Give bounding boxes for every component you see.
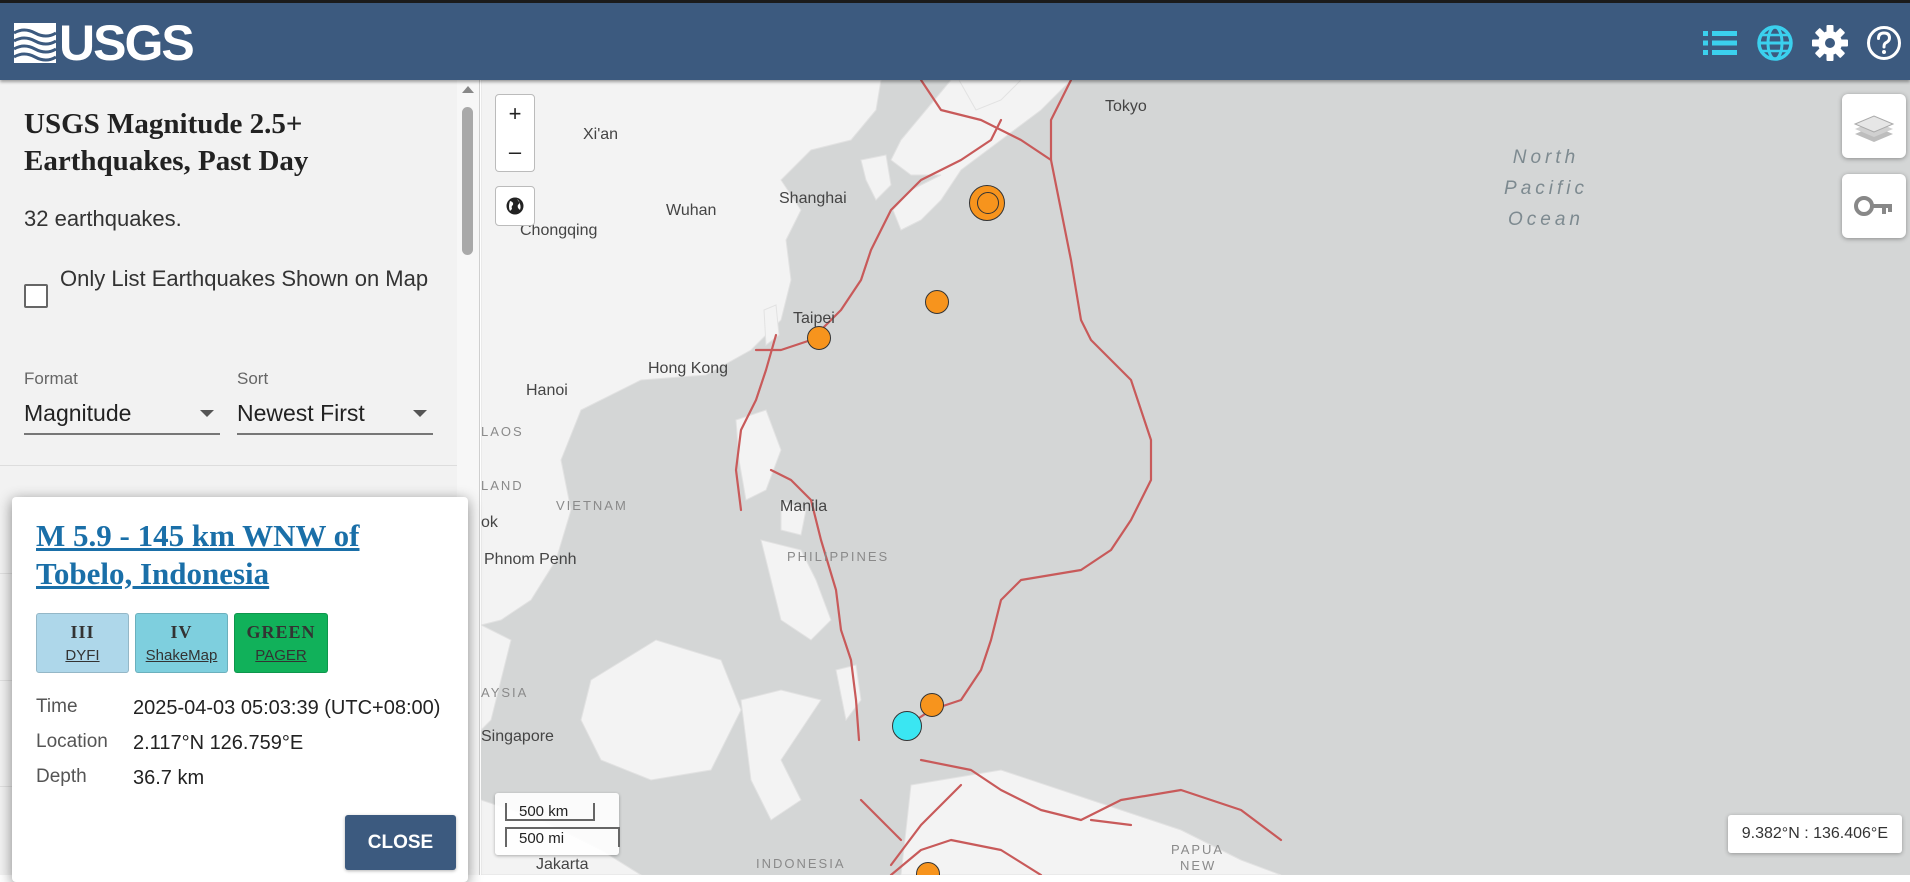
divider <box>0 465 457 466</box>
dyfi-value: III <box>70 622 95 642</box>
format-label: Format <box>24 369 78 388</box>
place-label-shanghai: Shanghai <box>779 190 847 207</box>
legend-button[interactable] <box>1842 174 1906 238</box>
country-label-vietnam: VIETNAM <box>556 498 628 513</box>
scale-mi: 500 mi <box>505 827 620 847</box>
country-label-laos: LAOS <box>481 424 524 439</box>
format-value: Magnitude <box>24 400 132 426</box>
time-value: 2025-04-03 05:03:39 (UTC+08:00) <box>133 697 441 719</box>
sort-value: Newest First <box>237 400 365 426</box>
pager-link[interactable]: PAGER <box>235 647 327 664</box>
place-label-hongkong: Hong Kong <box>648 360 729 377</box>
sort-label: Sort <box>237 369 269 388</box>
earthquake-marker[interactable] <box>977 192 999 214</box>
gear-icon[interactable] <box>1810 23 1850 63</box>
earthquake-marker[interactable] <box>807 326 831 350</box>
scale-km: 500 km <box>505 803 595 821</box>
selected-earthquake-marker[interactable] <box>892 711 922 741</box>
country-label-new-guinea: NEW <box>1180 858 1217 873</box>
dyfi-badge[interactable]: III DYFI <box>36 613 129 673</box>
ocean-label-pacific: North Pacific Ocean <box>1481 142 1611 235</box>
layers-icon <box>1853 115 1895 142</box>
ocean-label-line: North <box>1512 147 1580 168</box>
app-header: USGS <box>0 0 1910 80</box>
shakemap-value: IV <box>170 622 193 642</box>
earthquake-count: 32 earthquakes. <box>24 206 182 231</box>
place-label-bangkok: ok <box>481 514 498 531</box>
list-title: USGS Magnitude 2.5+ Earthquakes, Past Da… <box>24 108 309 177</box>
ocean-label-line: Ocean <box>1508 209 1584 230</box>
list-settings: USGS Magnitude 2.5+ Earthquakes, Past Da… <box>0 80 457 465</box>
depth-value: 36.7 km <box>133 767 205 789</box>
country-label-philippines: PHILIPPINES <box>787 549 890 564</box>
help-icon[interactable] <box>1864 23 1904 63</box>
chevron-down-icon <box>413 410 427 417</box>
shakemap-link[interactable]: ShakeMap <box>136 647 227 664</box>
globe-view-button[interactable] <box>495 186 535 226</box>
ocean-label-line: Pacific <box>1504 178 1588 199</box>
place-label-taipei: Taipei <box>793 310 835 327</box>
only-list-shown-label[interactable]: Only List Earthquakes Shown on Map <box>60 261 430 297</box>
earthquake-marker[interactable] <box>920 693 944 717</box>
scroll-up-icon[interactable] <box>462 86 474 93</box>
depth-label: Depth <box>36 766 87 787</box>
zoom-in-button[interactable]: + <box>495 94 535 134</box>
earthquake-popup: M 5.9 - 145 km WNW of Tobelo, Indonesia … <box>12 497 468 882</box>
location-value: 2.117°N 126.759°E <box>133 732 304 754</box>
place-label-wuhan: Wuhan <box>666 202 717 219</box>
place-label-tokyo: Tokyo <box>1105 98 1147 115</box>
earthquake-marker[interactable] <box>925 290 949 314</box>
time-label: Time <box>36 696 78 717</box>
country-label-papua: PAPUA <box>1171 842 1225 857</box>
close-button[interactable]: CLOSE <box>345 815 456 870</box>
format-select[interactable]: Magnitude <box>24 393 220 435</box>
shakemap-badge[interactable]: IV ShakeMap <box>135 613 228 673</box>
scroll-thumb[interactable] <box>462 107 473 255</box>
zoom-out-button[interactable]: – <box>495 133 535 172</box>
event-title-link[interactable]: M 5.9 - 145 km WNW of Tobelo, Indonesia <box>36 517 456 593</box>
pager-value: GREEN <box>246 622 316 642</box>
dyfi-link[interactable]: DYFI <box>37 647 128 664</box>
place-label-hanoi: Hanoi <box>526 382 568 399</box>
map-scale: 500 km 500 mi <box>495 793 620 855</box>
globe-icon <box>506 197 524 215</box>
cursor-coordinates: 9.382°N : 136.406°E <box>1727 815 1902 853</box>
place-label-xian: Xi'an <box>583 126 619 143</box>
list-icon[interactable] <box>1700 23 1740 63</box>
location-label: Location <box>36 731 108 752</box>
country-label-malaysia: AYSIA <box>481 685 529 700</box>
map-view[interactable]: Tokyo Xi'an Wuhan Shanghai Chongqing Tai… <box>481 80 1910 875</box>
usgs-wave-icon <box>14 23 56 63</box>
layers-button[interactable] <box>1842 94 1906 158</box>
basemap <box>481 80 1283 875</box>
sort-select[interactable]: Newest First <box>237 393 433 435</box>
place-label-singapore: Singapore <box>481 728 554 745</box>
country-label-thailand: LAND <box>481 478 524 493</box>
place-label-manila: Manila <box>780 498 828 515</box>
only-list-shown-checkbox[interactable] <box>24 284 48 308</box>
chevron-down-icon <box>200 410 214 417</box>
place-label-jakarta: Jakarta <box>536 856 589 873</box>
globe-icon[interactable] <box>1755 23 1795 63</box>
key-icon <box>1854 196 1892 216</box>
logo-wordmark: USGS <box>59 15 195 71</box>
usgs-logo[interactable]: USGS <box>14 15 195 71</box>
country-label-indonesia: INDONESIA <box>756 856 846 871</box>
pager-badge[interactable]: GREEN PAGER <box>234 613 328 673</box>
place-label-phnompenh: Phnom Penh <box>484 551 577 568</box>
